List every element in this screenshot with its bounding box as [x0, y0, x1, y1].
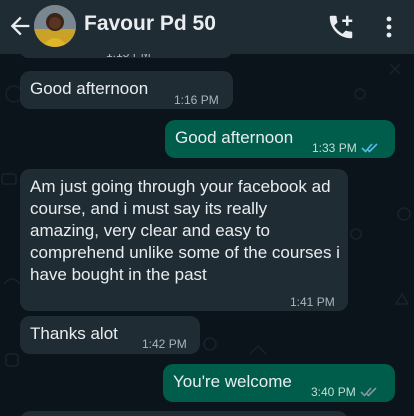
- message-list[interactable]: 1:15 PM Good afternoon 1:16 PM Good afte…: [0, 54, 414, 416]
- arrow-back-icon[interactable]: [6, 12, 34, 40]
- message-text: Good afternoon: [30, 79, 149, 98]
- message-time: 1:33 PM: [312, 141, 357, 155]
- message-time: 3:40 PM: [311, 385, 356, 399]
- message-timestamp: 3:40 PM: [311, 381, 380, 403]
- message-text: You're welcome: [173, 372, 292, 391]
- message-timestamp: 1:42 PM: [142, 337, 187, 351]
- message-timestamp: 1:41 PM: [290, 295, 335, 309]
- avatar[interactable]: [34, 5, 76, 47]
- message-timestamp: 1:33 PM: [312, 137, 381, 159]
- message-timestamp: 1:15 PM: [106, 54, 151, 64]
- read-receipt-icon: [361, 143, 378, 153]
- message-timestamp: 1:16 PM: [174, 93, 219, 107]
- message-bubble-incoming[interactable]: Thanks alot 1:42 PM: [20, 316, 200, 354]
- message-bubble-outgoing[interactable]: You're welcome 3:40 PM: [163, 364, 395, 402]
- delivered-receipt-icon: [360, 387, 377, 397]
- message-bubble-outgoing[interactable]: Good afternoon 1:33 PM: [165, 120, 395, 158]
- message-bubble-incoming[interactable]: [20, 411, 348, 416]
- message-bubble-incoming[interactable]: 1:15 PM: [20, 54, 232, 60]
- message-text: Good afternoon: [175, 128, 294, 147]
- message-bubble-incoming[interactable]: Am just going through your facebook ad c…: [20, 169, 348, 311]
- chat-header: Favour Pd 50: [0, 0, 414, 54]
- more-vert-icon[interactable]: [377, 12, 401, 42]
- contact-name[interactable]: Favour Pd 50: [84, 12, 216, 36]
- add-call-icon[interactable]: [326, 12, 356, 42]
- message-text: Thanks alot: [30, 324, 118, 343]
- message-text: Am just going through your facebook ad c…: [30, 177, 340, 284]
- message-bubble-incoming[interactable]: Good afternoon 1:16 PM: [20, 71, 233, 109]
